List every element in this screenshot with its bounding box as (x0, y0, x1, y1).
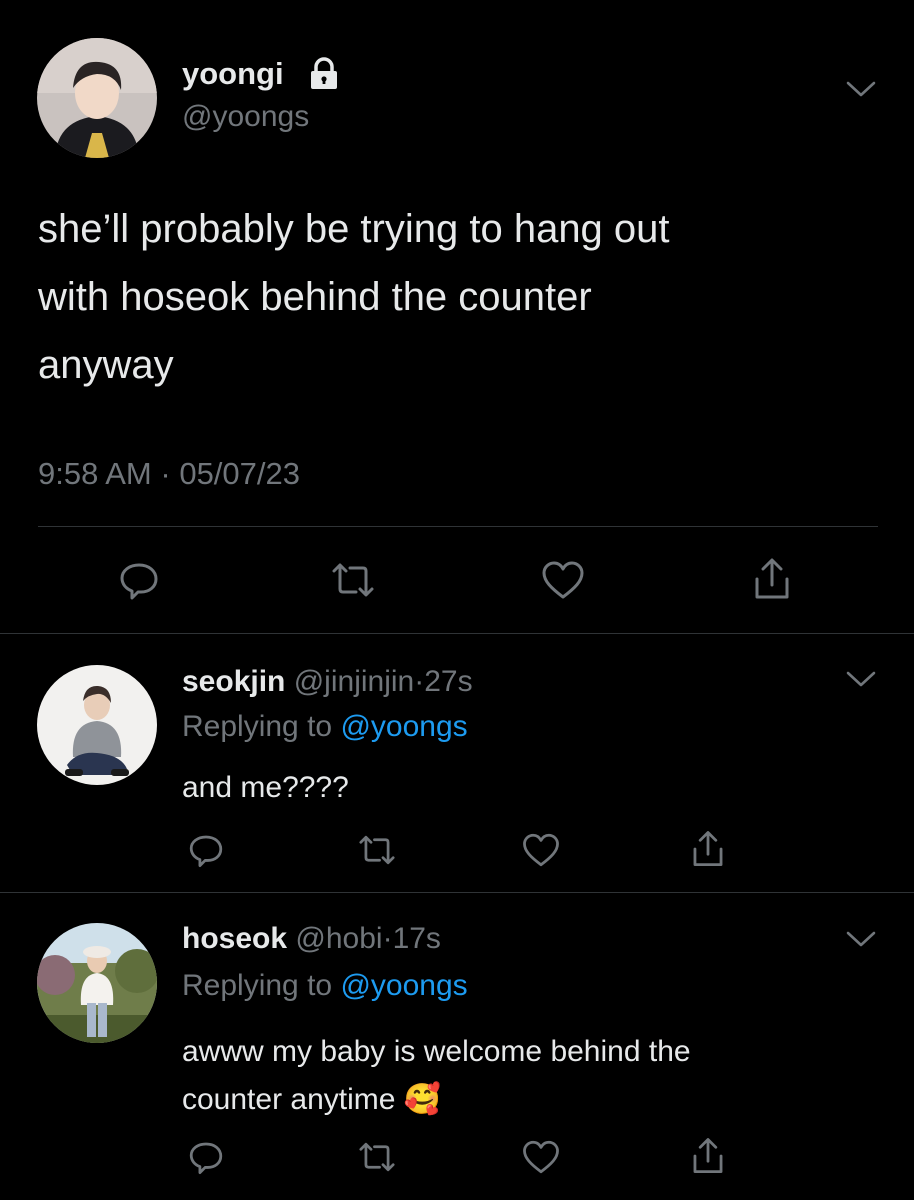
reply-handle[interactable]: @jinjinjin (294, 665, 415, 698)
reply-icon[interactable] (116, 557, 162, 603)
replying-to-handle[interactable]: @yoongs (340, 710, 467, 743)
tweet-text: she’ll probably be trying to hang out wi… (38, 195, 670, 399)
tweet-timestamp[interactable]: 9:58 AM · 05/07/23 (38, 456, 300, 492)
replying-to: Replying to @yoongs (182, 968, 468, 1004)
divider (38, 526, 878, 527)
reply-separator: · (382, 922, 393, 955)
heart-icon[interactable] (539, 557, 587, 603)
divider (0, 892, 914, 893)
share-icon[interactable] (688, 828, 728, 870)
smiling-face-hearts-emoji: 🥰 (403, 1083, 442, 1116)
reply-icon[interactable] (186, 1137, 226, 1177)
reply-text-segment: counter anytime (182, 1083, 396, 1116)
lock-icon (306, 56, 342, 97)
retweet-icon[interactable] (354, 1137, 400, 1177)
reply-text-line: awww my baby is welcome behind the (182, 1035, 691, 1068)
reply-text: awww my baby is welcome behind the count… (182, 1028, 691, 1124)
retweet-icon[interactable] (354, 830, 400, 870)
reply-age[interactable]: 27s (424, 665, 472, 698)
reply-separator: · (414, 665, 425, 698)
tweet-time: 9:58 AM (38, 456, 152, 491)
reply-icon[interactable] (186, 830, 226, 870)
main-handle[interactable]: @yoongs (182, 100, 309, 134)
retweet-icon[interactable] (326, 557, 380, 603)
reply-display-name[interactable]: hoseok (182, 922, 287, 955)
avatar-hoseok[interactable] (37, 923, 157, 1043)
chevron-down-icon[interactable] (844, 78, 878, 100)
reply-header: seokjin @jinjinjin·27s (182, 664, 473, 700)
tweet-text-line: anyway (38, 343, 174, 387)
heart-icon[interactable] (520, 1137, 562, 1177)
chevron-down-icon[interactable] (844, 928, 878, 950)
tweet-date: 05/07/23 (179, 456, 300, 491)
reply-text-line: counter anytime 🥰 (182, 1076, 691, 1124)
replying-to-label: Replying to (182, 969, 333, 1002)
share-icon[interactable] (688, 1135, 728, 1177)
replying-to-label: Replying to (182, 710, 333, 743)
avatar-yoongi[interactable] (37, 38, 157, 158)
reply-age[interactable]: 17s (393, 922, 441, 955)
divider (0, 633, 914, 634)
reply-display-name[interactable]: seokjin (182, 665, 285, 698)
reply-handle[interactable]: @hobi (295, 922, 382, 955)
reply-header: hoseok @hobi·17s (182, 921, 441, 957)
tweet-text-line: with hoseok behind the counter (38, 275, 592, 319)
timestamp-separator: · (160, 456, 171, 491)
avatar-seokjin[interactable] (37, 665, 157, 785)
main-display-name[interactable]: yoongi (182, 56, 284, 92)
tweet-text-line: she’ll probably be trying to hang out (38, 207, 670, 251)
chevron-down-icon[interactable] (844, 668, 878, 690)
share-icon[interactable] (749, 555, 795, 603)
reply-text: and me???? (182, 771, 349, 804)
heart-icon[interactable] (520, 830, 562, 870)
replying-to-handle[interactable]: @yoongs (340, 969, 467, 1002)
replying-to: Replying to @yoongs (182, 709, 468, 745)
